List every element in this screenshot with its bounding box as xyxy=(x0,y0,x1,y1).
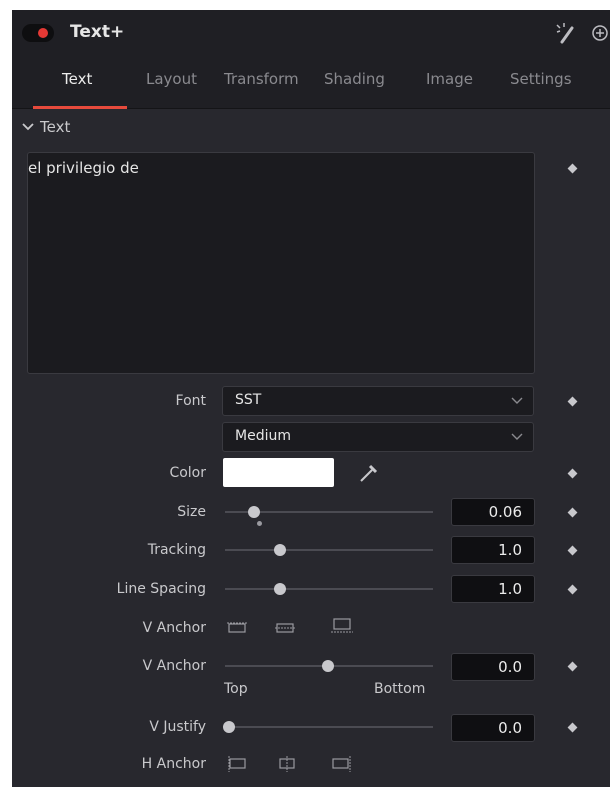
v-anchor-label: V Anchor xyxy=(142,620,206,636)
size-value: 0.06 xyxy=(488,503,522,521)
text-input-area[interactable]: el privilegio de xyxy=(27,152,535,374)
font-label: Font xyxy=(175,393,206,409)
eyedropper-icon[interactable] xyxy=(358,462,380,484)
size-value-field[interactable]: 0.06 xyxy=(451,498,535,526)
chevron-down-icon xyxy=(511,433,523,440)
v-anchor-value: 0.0 xyxy=(498,658,522,676)
keyframe-diamond-icon[interactable] xyxy=(567,545,578,556)
size-label: Size xyxy=(177,504,206,520)
default-value-marker xyxy=(257,521,262,526)
keyframe-diamond-icon[interactable] xyxy=(567,507,578,518)
tool-title: Text+ xyxy=(70,22,125,42)
tracking-slider-track[interactable] xyxy=(225,549,433,551)
tracking-value: 1.0 xyxy=(498,541,522,559)
h-anchor-label: H Anchor xyxy=(141,756,206,772)
tab-bar: Text Layout Transform Shading Image Sett… xyxy=(12,56,610,109)
color-swatch[interactable] xyxy=(223,458,334,487)
keyframe-diamond-icon[interactable] xyxy=(567,584,578,595)
line-spacing-value: 1.0 xyxy=(498,580,522,598)
color-label: Color xyxy=(169,465,206,481)
line-spacing-slider-handle[interactable] xyxy=(274,583,286,595)
slider-max-label: Bottom xyxy=(374,681,426,697)
anchor-right-icon[interactable] xyxy=(330,755,354,773)
line-spacing-value-field[interactable]: 1.0 xyxy=(451,575,535,603)
tab-transform[interactable]: Transform xyxy=(224,70,299,88)
line-spacing-label: Line Spacing xyxy=(116,581,206,597)
toggle-indicator xyxy=(38,28,48,38)
keyframe-diamond-icon[interactable] xyxy=(567,396,578,407)
v-anchor-slider-handle[interactable] xyxy=(322,660,334,672)
font-style-dropdown[interactable]: Medium xyxy=(222,422,534,452)
font-style-value: Medium xyxy=(235,428,291,444)
keyframe-diamond-icon[interactable] xyxy=(567,468,578,479)
keyframe-diamond-icon[interactable] xyxy=(567,722,578,733)
font-family-value: SST xyxy=(235,392,262,408)
keyframe-diamond-icon[interactable] xyxy=(567,661,578,672)
chevron-down-icon xyxy=(511,397,523,404)
tab-image[interactable]: Image xyxy=(426,70,473,88)
v-justify-value-field[interactable]: 0.0 xyxy=(451,714,535,742)
anchor-top-icon[interactable] xyxy=(226,620,248,636)
keyframe-diamond-icon[interactable] xyxy=(567,163,578,174)
tab-settings[interactable]: Settings xyxy=(510,70,572,88)
slider-min-label: Top xyxy=(224,681,248,697)
v-anchor-value-field[interactable]: 0.0 xyxy=(451,653,535,681)
v-justify-label: V Justify xyxy=(149,719,206,735)
anchor-bottom-icon[interactable] xyxy=(330,616,354,636)
v-justify-value: 0.0 xyxy=(498,719,522,737)
tab-shading[interactable]: Shading xyxy=(324,70,385,88)
size-slider-handle[interactable] xyxy=(248,506,260,518)
section-header-text[interactable]: Text xyxy=(22,118,70,136)
tracking-label: Tracking xyxy=(147,542,206,558)
tracking-value-field[interactable]: 1.0 xyxy=(451,536,535,564)
tracking-slider-handle[interactable] xyxy=(274,544,286,556)
tab-layout[interactable]: Layout xyxy=(146,70,197,88)
tab-text[interactable]: Text xyxy=(62,70,92,88)
v-anchor-slider-label: V Anchor xyxy=(142,658,206,674)
font-family-dropdown[interactable]: SST xyxy=(222,386,534,416)
reset-icon[interactable] xyxy=(588,20,610,46)
anchor-left-icon[interactable] xyxy=(226,755,248,773)
anchor-center-icon[interactable] xyxy=(276,755,298,773)
text-input-value: el privilegio de xyxy=(28,159,139,177)
section-title: Text xyxy=(40,118,71,136)
magic-wand-icon[interactable] xyxy=(552,20,578,46)
panel-header: Text+ xyxy=(12,10,610,56)
anchor-middle-icon[interactable] xyxy=(274,620,296,636)
active-tab-indicator xyxy=(33,106,127,109)
v-justify-slider-track[interactable] xyxy=(225,726,433,728)
v-justify-slider-handle[interactable] xyxy=(223,721,235,733)
enable-toggle[interactable] xyxy=(22,24,54,42)
inspector-panel: Text+ Text Layout Transform Shading Imag… xyxy=(12,10,610,787)
line-spacing-slider-track[interactable] xyxy=(225,588,433,590)
chevron-down-icon xyxy=(22,123,34,131)
